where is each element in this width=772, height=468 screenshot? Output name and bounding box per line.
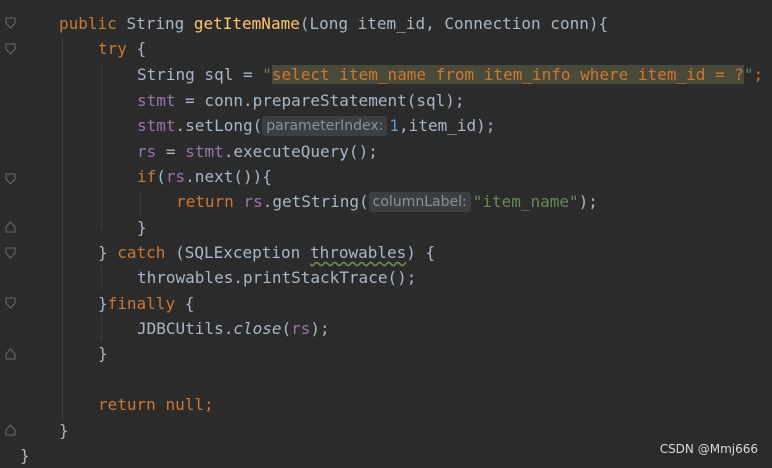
indent-guide (140, 190, 141, 215)
code-text: ( (281, 319, 292, 338)
sql-string: select item_name from item_info where it… (271, 65, 744, 84)
keyword: try (98, 39, 127, 58)
code-line-5[interactable]: stmt.setLong(parameterIndex: 1,item_id); (137, 113, 495, 138)
semicolon: ; (753, 65, 764, 84)
code-line-16[interactable]: return null; (98, 392, 214, 417)
keyword: finally (107, 294, 176, 313)
keyword: return (176, 192, 234, 211)
field-ref: rs (291, 319, 311, 338)
watermark: CSDN @Mmj666 (659, 442, 758, 456)
keyword: null (165, 395, 204, 414)
indent-guide (101, 63, 102, 228)
brace: { (175, 294, 195, 313)
code-line-1[interactable]: public String getItemName(Long item_id, … (59, 11, 608, 36)
keyword: public (59, 14, 117, 33)
code-line-11[interactable]: throwables.printStackTrace(); (137, 265, 416, 290)
indent-guide (101, 266, 102, 291)
code-line-3[interactable]: String sql = "select item_name from item… (137, 62, 763, 87)
string-quote: " (262, 65, 272, 84)
keyword: if (137, 167, 157, 186)
code-line-9[interactable]: } (137, 215, 147, 240)
indent-guide (101, 316, 102, 341)
code-text: } (98, 243, 118, 262)
code-text: ); (310, 319, 330, 338)
code-text: ) { (406, 243, 436, 262)
code-line-14[interactable]: } (98, 341, 108, 366)
fold-close-icon[interactable] (5, 348, 16, 360)
indent-guide (62, 38, 63, 421)
code-line-10[interactable]: } catch (SQLException throwables) { (98, 240, 435, 265)
code-text: throwables.printStackTrace(); (137, 268, 417, 287)
fold-open-icon[interactable] (5, 297, 16, 309)
code-text: String sql = (137, 65, 263, 84)
fold-close-icon[interactable] (5, 424, 16, 436)
code-text: = (156, 142, 186, 161)
editor-gutter (0, 0, 22, 466)
string-quote: " (743, 65, 754, 84)
code-text: ); (578, 192, 598, 211)
params-part-2: Connection conn){ (444, 14, 609, 33)
number-literal: 1 (389, 116, 400, 135)
code-text: JDBCUtils. (137, 319, 234, 338)
code-text: .setLong( (175, 116, 263, 135)
code-line-6[interactable]: rs = stmt.executeQuery(); (137, 139, 378, 164)
brace: } (98, 294, 108, 313)
fold-open-icon[interactable] (5, 17, 16, 29)
field-ref: rs (243, 192, 263, 211)
fold-close-icon[interactable] (5, 221, 16, 233)
code-text: .executeQuery(); (223, 142, 378, 161)
brace: } (98, 344, 108, 363)
string-literal: "item_name" (472, 192, 579, 211)
code-line-8[interactable]: return rs.getString(columnLabel: "item_na… (176, 189, 598, 214)
code-text: ( (156, 167, 166, 186)
fold-open-icon[interactable] (5, 43, 16, 55)
field-ref: rs (165, 167, 186, 186)
brace: { (136, 39, 147, 58)
field-ref: stmt (137, 116, 176, 135)
semicolon: ; (203, 395, 214, 414)
keyword: return (98, 395, 156, 414)
fold-open-icon[interactable] (5, 247, 16, 259)
field-ref: stmt (185, 142, 224, 161)
params-part-1: (Long item_id, (299, 14, 435, 33)
code-line-4[interactable]: stmt = conn.prepareStatement(sql); (137, 88, 465, 113)
code-text: .getString( (262, 192, 369, 211)
code-line-2[interactable]: try { (98, 36, 146, 61)
code-line-13[interactable]: JDBCUtils.close(rs); (137, 316, 330, 341)
type-name: String (126, 14, 185, 33)
code-text: = conn.prepareStatement(sql); (175, 91, 465, 110)
field-ref: rs (137, 142, 157, 161)
method-name: getItemName (193, 14, 300, 33)
warning-identifier: throwables (309, 243, 407, 262)
brace: } (20, 446, 30, 465)
code-line-7[interactable]: if(rs.next()){ (137, 164, 272, 189)
keyword: catch (117, 243, 166, 262)
code-line-18[interactable]: } (20, 443, 30, 468)
code-text: ,item_id); (399, 116, 496, 135)
fold-open-icon[interactable] (5, 173, 16, 185)
code-text: (SQLException (165, 243, 310, 262)
code-line-12[interactable]: }finally { (98, 291, 194, 316)
code-text: .next()){ (185, 167, 272, 186)
static-method: close (233, 319, 282, 338)
code-line-17[interactable]: } (59, 418, 69, 443)
parameter-hint: parameterIndex: (262, 116, 388, 136)
brace: } (59, 421, 69, 440)
field-ref: stmt (137, 91, 176, 110)
brace: } (137, 218, 147, 237)
parameter-hint: columnLabel: (368, 192, 471, 212)
